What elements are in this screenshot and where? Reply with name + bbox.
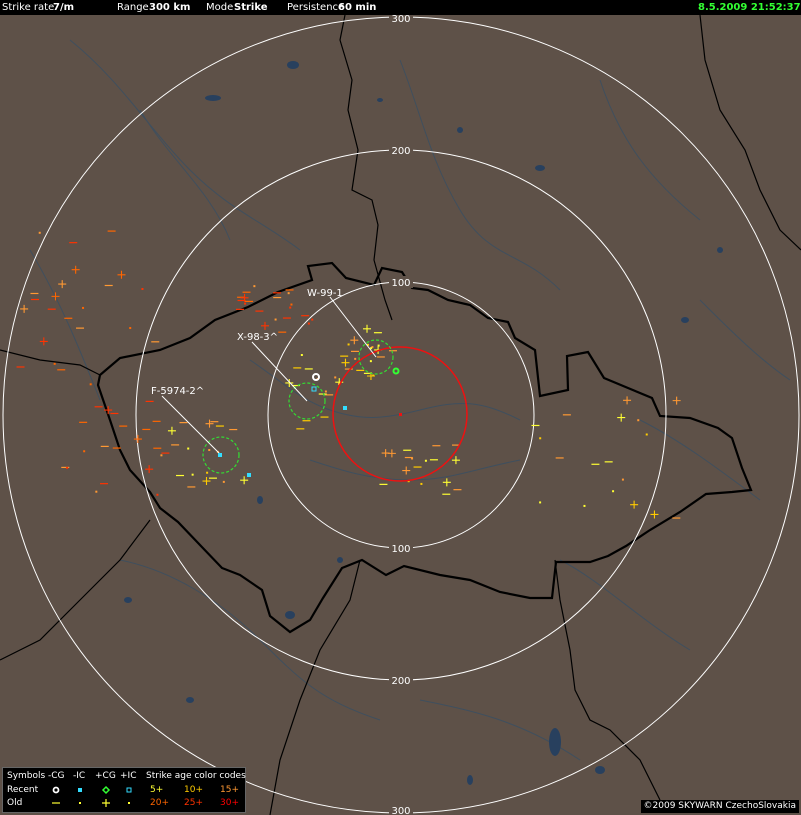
ring-label-300-bottom: 300 [391, 806, 410, 815]
old-ic-strike [287, 292, 290, 295]
old-ic-strike [539, 437, 542, 440]
range-value: 300 km [149, 2, 191, 13]
old-ic-strike [424, 459, 427, 462]
old-ic-strike [347, 343, 350, 346]
center-marker [399, 413, 402, 416]
old-ic-strike [38, 231, 41, 234]
old-ic-strike [539, 501, 542, 504]
storm-label-f-5974-2: F-5974-2^ [151, 386, 204, 397]
legend-old-neg-ic [79, 802, 81, 804]
old-ic-strike [334, 376, 337, 379]
old-ic-strike [206, 471, 209, 474]
old-ic-strike [222, 480, 225, 483]
old-ic-strike [612, 490, 615, 493]
old-ic-strike [621, 478, 624, 481]
copyright-notice: ©2009 SKYWARN CzechoSlovakia [640, 800, 799, 813]
status-bar: Strike rate 7/m Range 300 km Mode Strike… [0, 0, 801, 15]
persistence-value: 60 min [338, 2, 377, 13]
old-ic-strike [141, 287, 144, 290]
ring-label-200-bottom: 200 [391, 676, 410, 687]
old-ic-strike [369, 360, 372, 363]
old-ic-strike [187, 447, 190, 450]
old-ic-strike [82, 306, 85, 309]
legend-age-15: 15+ [220, 785, 239, 795]
old-ic-strike [324, 390, 327, 393]
timestamp: 8.5.2009 21:52:37 [698, 2, 801, 13]
lightning-map[interactable]: 100 100 200 200 300 300 W-99-1 X-98-3^ F… [0, 15, 801, 815]
old-ic-strike [66, 466, 69, 469]
old-ic-strike [420, 482, 423, 485]
mode-value: Strike [234, 2, 268, 13]
old-ic-strike [637, 419, 640, 422]
old-ic-strike [160, 454, 163, 457]
legend-recent-neg-cg [52, 786, 60, 794]
legend-symbols [52, 785, 132, 807]
old-ic-strike [191, 473, 194, 476]
ring-label-200-top: 200 [391, 146, 410, 157]
old-ic-strike [645, 433, 648, 436]
old-ic-strike [300, 354, 303, 357]
legend-panel: Symbols -CG -IC +CG +IC Strike age color… [2, 767, 246, 813]
storm-label-x-98-3: X-98-3^ [237, 332, 278, 343]
old-ic-strike [83, 450, 86, 453]
legend-age-20: 20+ [150, 798, 169, 808]
old-ic-strike [583, 504, 586, 507]
old-ic-strike [377, 344, 380, 347]
ring-label-300-top: 300 [391, 15, 410, 25]
legend-recent-neg-ic [78, 788, 82, 792]
old-ic-strike [372, 374, 375, 377]
old-ic-strike [244, 302, 247, 305]
legend-old-pos-cg [102, 799, 110, 807]
recent-ic-strike [218, 453, 222, 457]
old-ic-strike [156, 493, 159, 496]
strike-rate-label: Strike rate [2, 2, 55, 13]
legend-recent-pos-cg [101, 785, 111, 795]
ring-label-100-top: 100 [391, 278, 410, 289]
old-ic-strike [307, 322, 310, 325]
old-ic-strike [53, 362, 56, 365]
old-ic-strike [253, 285, 256, 288]
strike-rate-value: 7/m [53, 2, 75, 13]
mode-label: Mode [206, 2, 234, 13]
legend-old-pos-ic [128, 802, 130, 804]
old-ic-strike [311, 318, 314, 321]
storm-label-w-99-1: W-99-1 [307, 288, 343, 299]
recent-ic-strike [247, 473, 251, 477]
legend-recent-pos-ic [126, 787, 132, 793]
range-label: Range [117, 2, 149, 13]
legend-age-30: 30+ [220, 798, 239, 808]
old-ic-strike [274, 318, 277, 321]
persistence-label: Persistence [287, 2, 345, 13]
legend-age-25: 25+ [184, 798, 203, 808]
old-ic-strike [89, 383, 92, 386]
legend-age-5: 5+ [150, 785, 164, 795]
old-ic-strike [129, 327, 132, 330]
recent-ic-strike [343, 406, 347, 410]
old-ic-strike [208, 449, 211, 452]
old-ic-strike [354, 357, 357, 360]
legend-age-10: 10+ [184, 785, 203, 795]
old-ic-strike [290, 303, 293, 306]
old-ic-strike [289, 306, 292, 309]
ring-label-100-bottom: 100 [391, 544, 410, 555]
old-ic-strike [95, 490, 98, 493]
